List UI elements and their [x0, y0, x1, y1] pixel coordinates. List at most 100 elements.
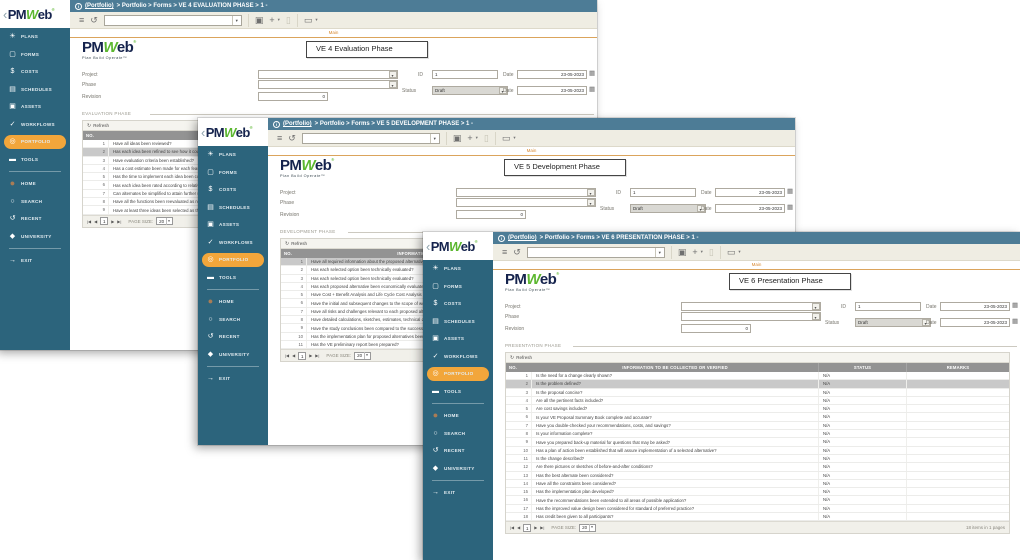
- sidebar-item[interactable]: ✓ WORKFLOWS: [198, 234, 268, 252]
- revision-field[interactable]: 0: [258, 92, 328, 101]
- refresh-label[interactable]: Refresh: [93, 123, 109, 128]
- table-row[interactable]: 16 Have the recommendations been extende…: [506, 496, 1009, 504]
- undo-icon[interactable]: ↺: [90, 16, 98, 25]
- calendar-icon[interactable]: ▦: [787, 205, 793, 212]
- pager-next-icon[interactable]: ▶: [111, 219, 114, 224]
- add-icon[interactable]: +: [467, 134, 472, 143]
- date-field[interactable]: 23-05-2023: [940, 302, 1010, 311]
- sidebar-item[interactable]: ▬ TOOLS: [423, 383, 493, 401]
- pager-current-page[interactable]: 1: [298, 352, 306, 360]
- table-row[interactable]: 9 Have you prepared back-up material for…: [506, 438, 1009, 446]
- sidebar-item[interactable]: ○ SEARCH: [198, 311, 268, 329]
- sidebar-item[interactable]: ● HOME: [0, 175, 70, 193]
- table-row[interactable]: 18 Has credit been given to all particip…: [506, 513, 1009, 521]
- table-row[interactable]: 14 Have all the constraints been conside…: [506, 480, 1009, 488]
- print-caret-icon[interactable]: ▾: [315, 17, 317, 23]
- sidebar-item[interactable]: ☀ PLANS: [0, 28, 70, 46]
- toolbar-select[interactable]: ▾: [527, 247, 665, 258]
- chevron-down-icon[interactable]: ▾: [430, 134, 439, 143]
- info-icon[interactable]: i: [498, 235, 505, 242]
- pager-prev-icon[interactable]: ◀: [94, 219, 97, 224]
- pager-prev-icon[interactable]: ◀: [292, 353, 295, 358]
- table-row[interactable]: 15 Has the implementation plan developed…: [506, 488, 1009, 496]
- sidebar-item[interactable]: ◆ UNIVERSITY: [198, 346, 268, 364]
- sidebar-item[interactable]: [207, 289, 259, 290]
- chevron-down-icon[interactable]: ▾: [587, 189, 595, 196]
- sidebar-item[interactable]: ✓ WORKFLOWS: [423, 348, 493, 366]
- table-row[interactable]: 5 Are cost savings included? N/A: [506, 405, 1009, 413]
- table-row[interactable]: 11 Is the change described? N/A: [506, 455, 1009, 463]
- delete-icon[interactable]: ▯: [286, 16, 291, 25]
- menu-icon[interactable]: ≡: [502, 248, 507, 257]
- table-row[interactable]: 10 Has a plan of action been established…: [506, 447, 1009, 455]
- project-select[interactable]: ▾: [681, 302, 821, 311]
- sidebar-item[interactable]: ▣ ASSETS: [423, 330, 493, 348]
- sidebar-item[interactable]: ◎ PORTFOLIO: [427, 367, 489, 382]
- chevron-down-icon[interactable]: ▾: [812, 313, 820, 320]
- table-row[interactable]: 13 Has the best alternate been considere…: [506, 472, 1009, 480]
- add-icon[interactable]: +: [692, 248, 697, 257]
- refresh-label[interactable]: Refresh: [516, 355, 532, 360]
- sidebar-item[interactable]: ▣ ASSETS: [198, 216, 268, 234]
- print-icon[interactable]: ▭: [502, 134, 511, 143]
- sidebar-collapse-icon[interactable]: ‹: [426, 239, 430, 254]
- save-icon[interactable]: ▣: [255, 16, 264, 25]
- status-select[interactable]: Draft ▾: [432, 86, 508, 95]
- add-icon[interactable]: +: [269, 16, 274, 25]
- date-field[interactable]: 23-05-2023: [517, 70, 587, 79]
- sidebar-item[interactable]: [9, 171, 61, 172]
- sidebar-item[interactable]: [207, 366, 259, 367]
- refresh-label[interactable]: Refresh: [291, 241, 307, 246]
- pager-current-page[interactable]: 1: [100, 217, 108, 225]
- table-row[interactable]: 7 Have you double-checked your recommend…: [506, 422, 1009, 430]
- menu-icon[interactable]: ≡: [277, 134, 282, 143]
- pager-last-icon[interactable]: ▶|: [315, 353, 319, 358]
- toolbar-select[interactable]: ▾: [302, 133, 440, 144]
- table-row[interactable]: 1 Is the need for a change clearly shown…: [506, 372, 1009, 380]
- delete-icon[interactable]: ▯: [484, 134, 489, 143]
- refresh-icon[interactable]: ↻: [510, 355, 514, 361]
- table-row[interactable]: 12 Are there pictures or sketches of bef…: [506, 463, 1009, 471]
- pager-current-page[interactable]: 1: [523, 524, 531, 532]
- sidebar-item[interactable]: ▢ FORMS: [198, 164, 268, 182]
- sidebar-item[interactable]: $ COSTS: [198, 181, 268, 199]
- tab-main[interactable]: Main: [493, 262, 1020, 267]
- sidebar-collapse-icon[interactable]: ‹: [201, 125, 205, 140]
- print-icon[interactable]: ▭: [304, 16, 313, 25]
- sidebar-item[interactable]: ✓ WORKFLOWS: [0, 116, 70, 134]
- sidebar-item[interactable]: [432, 480, 484, 481]
- chevron-down-icon[interactable]: ▾: [389, 81, 397, 88]
- id-field[interactable]: 1: [630, 188, 696, 197]
- calendar-icon[interactable]: ▦: [589, 71, 595, 78]
- chevron-down-icon[interactable]: ▾: [587, 199, 595, 206]
- tab-main[interactable]: Main: [70, 30, 597, 35]
- table-row[interactable]: 3 Is the proposal concise? N/A: [506, 389, 1009, 397]
- sidebar-item[interactable]: ↺ RECENT: [198, 328, 268, 346]
- calendar-icon[interactable]: ▦: [1012, 303, 1018, 310]
- calendar-icon[interactable]: ▦: [589, 87, 595, 94]
- phase-select[interactable]: ▾: [456, 198, 596, 207]
- sidebar-item[interactable]: → EXIT: [423, 484, 493, 502]
- sidebar-item[interactable]: ▤ SCHEDULES: [423, 313, 493, 331]
- save-icon[interactable]: ▣: [678, 248, 687, 257]
- info-icon[interactable]: i: [273, 121, 280, 128]
- undo-icon[interactable]: ↺: [513, 248, 521, 257]
- sidebar-item[interactable]: [432, 403, 484, 404]
- status-select[interactable]: Draft ▾: [855, 318, 931, 327]
- project-select[interactable]: ▾: [258, 70, 398, 79]
- date2-field[interactable]: 23-05-2023: [940, 318, 1010, 327]
- pager-next-icon[interactable]: ▶: [534, 525, 537, 530]
- sidebar-item[interactable]: ☀ PLANS: [198, 146, 268, 164]
- table-row[interactable]: 17 Has the improved value design been co…: [506, 505, 1009, 513]
- print-caret-icon[interactable]: ▾: [738, 249, 740, 255]
- refresh-icon[interactable]: ↻: [285, 241, 289, 247]
- sidebar-item[interactable]: ◎ PORTFOLIO: [4, 135, 66, 150]
- date2-field[interactable]: 23-05-2023: [715, 204, 785, 213]
- sidebar-item[interactable]: ◎ PORTFOLIO: [202, 253, 264, 268]
- sidebar-item[interactable]: → EXIT: [0, 252, 70, 270]
- refresh-icon[interactable]: ↻: [87, 123, 91, 129]
- sidebar-item[interactable]: ● HOME: [423, 407, 493, 425]
- sidebar-item[interactable]: ▢ FORMS: [423, 278, 493, 296]
- add-caret-icon[interactable]: ▾: [701, 249, 703, 255]
- sidebar-item[interactable]: ▢ FORMS: [0, 46, 70, 64]
